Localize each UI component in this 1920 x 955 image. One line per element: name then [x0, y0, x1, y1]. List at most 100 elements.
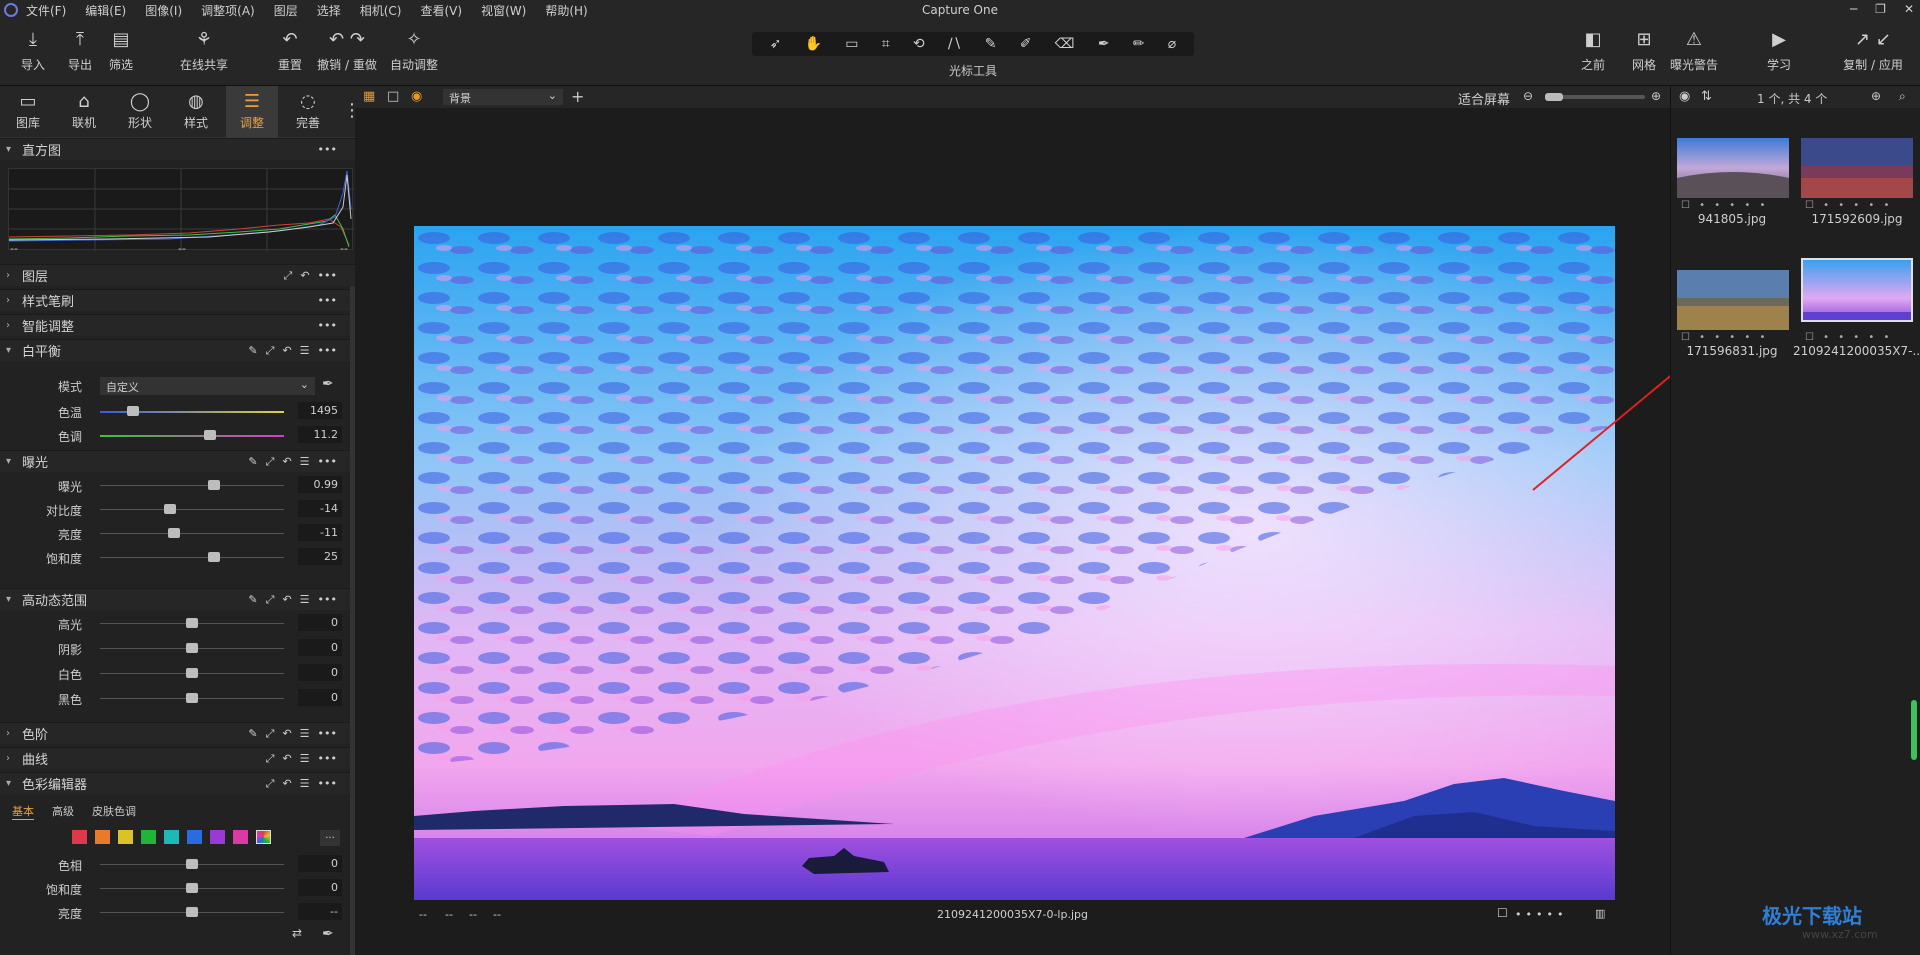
list-icon[interactable]: ☰ [300, 727, 310, 741]
import-button[interactable]: ⤓ 导入 [18, 30, 48, 73]
menu-select[interactable]: 选择 [317, 2, 341, 19]
hdr-value-field[interactable]: 0 [298, 639, 342, 656]
picker-icon[interactable]: ✎ [248, 455, 257, 469]
share-button[interactable]: ⚘ 在线共享 [178, 30, 230, 73]
color-editor-more-button[interactable]: ... [320, 830, 340, 846]
learn-button[interactable]: ▶ 学习 [1764, 30, 1794, 73]
rating-dots[interactable]: ☐ • • • • • [1681, 332, 1801, 343]
wb-value-field[interactable]: 1495 [298, 402, 342, 419]
section-hdr[interactable]: ▾ 高动态范围 ✎ ⤢ ↶ ☰ ••• [0, 588, 355, 610]
grid-button[interactable]: ⊞ 网格 [1629, 30, 1659, 73]
minimize-icon[interactable]: ─ [1850, 2, 1857, 16]
annotate-icon[interactable]: ✏ [1133, 36, 1145, 52]
all-colors-swatch[interactable] [256, 830, 271, 844]
filter-button[interactable]: ▤ 筛选 [106, 30, 136, 73]
color-swatch[interactable] [95, 830, 110, 844]
color-picker-icon[interactable]: ✒ [322, 926, 334, 942]
more-icon[interactable]: ••• [318, 777, 337, 791]
color-swatch[interactable] [141, 830, 156, 844]
picker-icon[interactable]: ✎ [248, 727, 257, 741]
rating-dots[interactable]: ☐ • • • • • [1805, 332, 1920, 343]
exposure-warning-button[interactable]: ⚠ 曝光警告 [1668, 30, 1720, 73]
rotate-icon[interactable]: ⟲ [913, 36, 925, 52]
wb-value-field[interactable]: 11.2 [298, 426, 342, 443]
section-histogram[interactable]: ▾ 直方图 ••• [0, 138, 355, 160]
thumbnail-image[interactable] [1801, 138, 1913, 198]
expand-icon[interactable]: ⤢ [266, 727, 275, 741]
undo-redo-button[interactable]: ↶ ↷ 撤销 / 重做 [316, 30, 378, 73]
hdr-value-field[interactable]: 0 [298, 689, 342, 706]
color-swatch[interactable] [187, 830, 202, 844]
expand-icon[interactable]: ⤢ [266, 455, 275, 469]
browser-scrollbar[interactable] [1911, 700, 1917, 760]
menu-file[interactable]: 文件(F) [26, 2, 66, 19]
color-swatch[interactable] [233, 830, 248, 844]
reset-icon[interactable]: ↶ [282, 777, 291, 791]
menu-view[interactable]: 查看(V) [421, 2, 463, 19]
color-editor-value-field[interactable]: -- [298, 903, 342, 920]
exposure-slider-knob[interactable] [167, 528, 180, 538]
list-icon[interactable]: ☰ [300, 344, 310, 358]
more-icon[interactable]: ••• [318, 593, 337, 607]
pan-hand-icon[interactable]: ✋ [805, 36, 822, 52]
section-layers[interactable]: › 图层 ⤢ ↶ ••• [0, 264, 355, 286]
rating-dots[interactable]: ☐ • • • • • [1681, 200, 1801, 211]
expand-icon[interactable]: ⤢ [266, 777, 275, 791]
color-editor-tab-basic[interactable]: 基本 [12, 803, 34, 820]
zoom-icon[interactable]: ⊕ [1871, 89, 1881, 103]
section-smart-adjust[interactable]: › 智能调整 ••• [0, 314, 355, 336]
menu-help[interactable]: 帮助(H) [545, 2, 587, 19]
exposure-value-field[interactable]: -11 [298, 524, 342, 541]
menu-edit[interactable]: 编辑(E) [85, 2, 126, 19]
loupe-icon[interactable]: ▭ [845, 36, 858, 52]
tab-adjust[interactable]: ☰ 调整 [226, 86, 278, 138]
more-icon[interactable]: ••• [318, 269, 337, 283]
color-editor-tab-skin[interactable]: 皮肤色调 [92, 803, 136, 819]
more-icon[interactable]: ••• [318, 143, 337, 156]
thumbnail-image[interactable] [1677, 270, 1789, 330]
exposure-value-field[interactable]: 25 [298, 548, 342, 565]
picker-icon[interactable]: ✒ [1098, 36, 1110, 52]
rating-dots[interactable]: ☐ • • • • • [1805, 200, 1920, 211]
more-icon[interactable]: ••• [318, 294, 337, 307]
keystone-icon[interactable]: ∕∖ [948, 36, 962, 52]
expand-icon[interactable]: ⤢ [266, 752, 275, 766]
menu-layers[interactable]: 图层 [274, 2, 298, 19]
exposure-slider-knob[interactable] [163, 504, 176, 514]
reset-button[interactable]: ↶ 重置 [276, 30, 304, 73]
hdr-slider-knob[interactable] [186, 668, 198, 678]
picker-icon[interactable]: ✎ [248, 593, 257, 607]
spot-removal-icon[interactable]: ✎ [985, 36, 997, 52]
reset-icon[interactable]: ↶ [282, 344, 291, 358]
expand-icon[interactable]: ⤢ [266, 593, 275, 607]
more-icon[interactable]: ••• [318, 752, 337, 766]
tab-refine[interactable]: ◌ 完善 [282, 86, 334, 138]
menu-window[interactable]: 视窗(W) [481, 2, 526, 19]
swap-icon[interactable]: ⇄ [292, 926, 302, 940]
expand-icon[interactable]: ⤢ [284, 269, 293, 283]
more-icon[interactable]: ••• [318, 455, 337, 469]
list-icon[interactable]: ☰ [300, 593, 310, 607]
exposure-slider-track[interactable] [100, 533, 284, 534]
crop-icon[interactable]: ⌗ [882, 36, 890, 52]
thumbnail-image[interactable] [1677, 138, 1789, 198]
tab-tethered[interactable]: ⌂ 联机 [58, 86, 110, 138]
sort-icon[interactable]: ⇅ [1701, 89, 1712, 104]
thumbnail-image-selected[interactable] [1801, 258, 1913, 322]
color-editor-tab-advanced[interactable]: 高级 [52, 803, 74, 819]
hdr-slider-knob[interactable] [186, 643, 198, 653]
export-button[interactable]: ⤒ 导出 [62, 30, 98, 73]
section-levels[interactable]: › 色阶 ✎ ⤢ ↶ ☰ ••• [0, 722, 355, 744]
tab-shape[interactable]: ◯ 形状 [114, 86, 166, 138]
select-cursor-icon[interactable]: ➶ [770, 36, 782, 52]
wb-slider-track[interactable] [100, 435, 284, 437]
eraser-icon[interactable]: ⌫ [1055, 36, 1075, 52]
tab-styles[interactable]: ◍ 样式 [170, 86, 222, 138]
exposure-slider-track[interactable] [100, 509, 284, 510]
menu-camera[interactable]: 相机(C) [360, 2, 402, 19]
exposure-value-field[interactable]: 0.99 [298, 476, 342, 493]
hdr-slider-knob[interactable] [186, 693, 198, 703]
hdr-slider-knob[interactable] [186, 618, 198, 628]
checkbox-icon[interactable]: ☐ [1497, 906, 1508, 920]
section-style-brush[interactable]: › 样式笔刷 ••• [0, 289, 355, 311]
